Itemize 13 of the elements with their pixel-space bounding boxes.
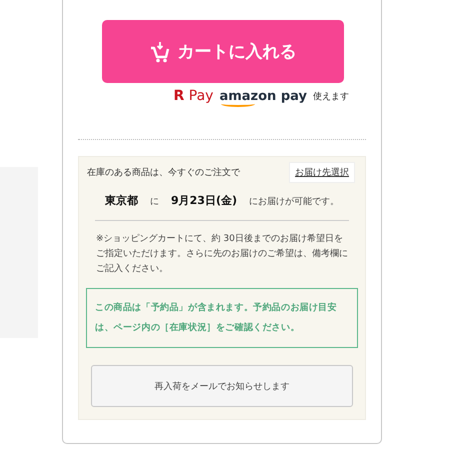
delivery-suffix: にお届けが可能です。 [249,196,340,208]
prefecture-text: 東京都 [104,193,138,208]
address-select-button[interactable]: お届け先選択 [289,162,355,183]
cart-icon [150,40,170,62]
rakuten-pay-logo: R Pay [174,88,214,104]
restock-notify-button[interactable]: 再入荷をメールでお知らせします [91,365,353,407]
particle-text: に [150,196,159,208]
delivery-intro: 在庫のある商品は、今すぐのご注文で [87,166,240,179]
reservation-notice: この商品は「予約品」が含まれます。予約品のお届け目安は、ページ内の［在庫状況］をご確認ください。 [86,288,358,348]
delivery-date: 9月23日(金) [170,193,238,208]
payment-note: 使えます [313,90,349,102]
delivery-note: ※ショッピングカートにて、約 30日後までのお届け希望日をご指定いただけます。さらに先のお届けのご希望は、備考欄にご記入ください。 [96,232,348,276]
amazon-pay-logo: amazon pay [219,88,307,104]
